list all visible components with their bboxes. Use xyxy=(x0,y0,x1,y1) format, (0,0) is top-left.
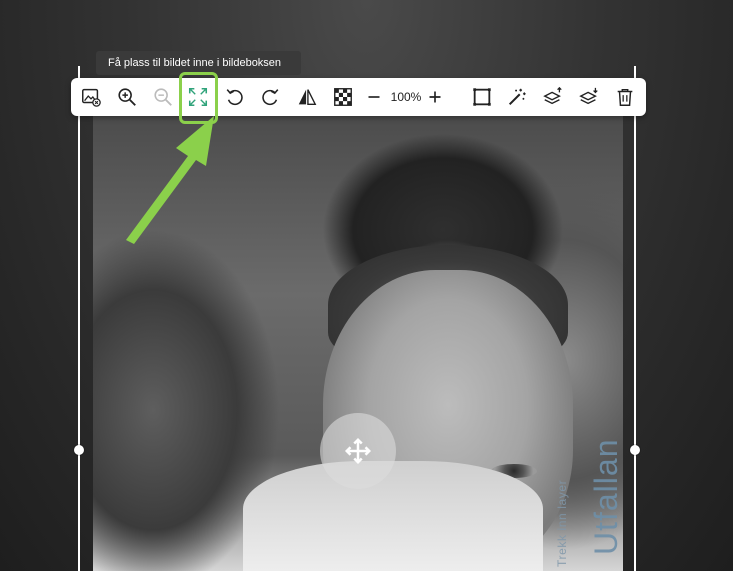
photo-side-title: Utfallan xyxy=(588,438,624,556)
send-backward-button[interactable] xyxy=(574,82,604,112)
magic-wand-icon xyxy=(508,88,526,106)
zoom-minus-button[interactable] xyxy=(361,82,387,112)
flip-button[interactable] xyxy=(292,82,322,112)
editor-canvas: Utfallan Trekk inn layer Få plass til bi… xyxy=(0,0,733,571)
trash-icon xyxy=(617,88,633,106)
replace-image-button[interactable] xyxy=(76,82,106,112)
layer-down-icon xyxy=(579,87,598,105)
frame-corner-right xyxy=(634,66,636,76)
zoom-level: 100% xyxy=(390,90,422,104)
plus-icon xyxy=(429,91,441,103)
image-remove-icon xyxy=(82,88,101,107)
rotate-right-button[interactable] xyxy=(255,82,285,112)
crop-frame-icon xyxy=(473,88,491,106)
frame-edge-left xyxy=(78,73,80,571)
bring-forward-button[interactable] xyxy=(538,82,568,112)
annotation-arrow-icon xyxy=(126,116,214,244)
zoom-plus-button[interactable] xyxy=(422,82,448,112)
flip-horizontal-icon xyxy=(298,89,317,106)
resize-handle-right[interactable] xyxy=(630,445,640,455)
layer-up-icon xyxy=(543,86,562,105)
frame-button[interactable] xyxy=(467,82,497,112)
checkerboard-icon xyxy=(334,88,352,106)
move-arrows-icon xyxy=(344,437,372,465)
photo-side-subtitle: Trekk inn layer xyxy=(555,479,569,567)
tooltip: Få plass til bildet inne i bildeboksen xyxy=(96,51,301,75)
resize-handle-left[interactable] xyxy=(74,445,84,455)
frame-corner-left xyxy=(78,66,80,76)
move-handle[interactable] xyxy=(320,413,396,489)
frame-edge-right xyxy=(634,73,636,571)
rotate-cw-icon xyxy=(262,89,279,106)
delete-button[interactable] xyxy=(610,82,640,112)
photo-shirt xyxy=(243,461,543,571)
transparency-button[interactable] xyxy=(328,82,358,112)
magic-wand-button[interactable] xyxy=(502,82,532,112)
minus-icon xyxy=(368,96,380,98)
